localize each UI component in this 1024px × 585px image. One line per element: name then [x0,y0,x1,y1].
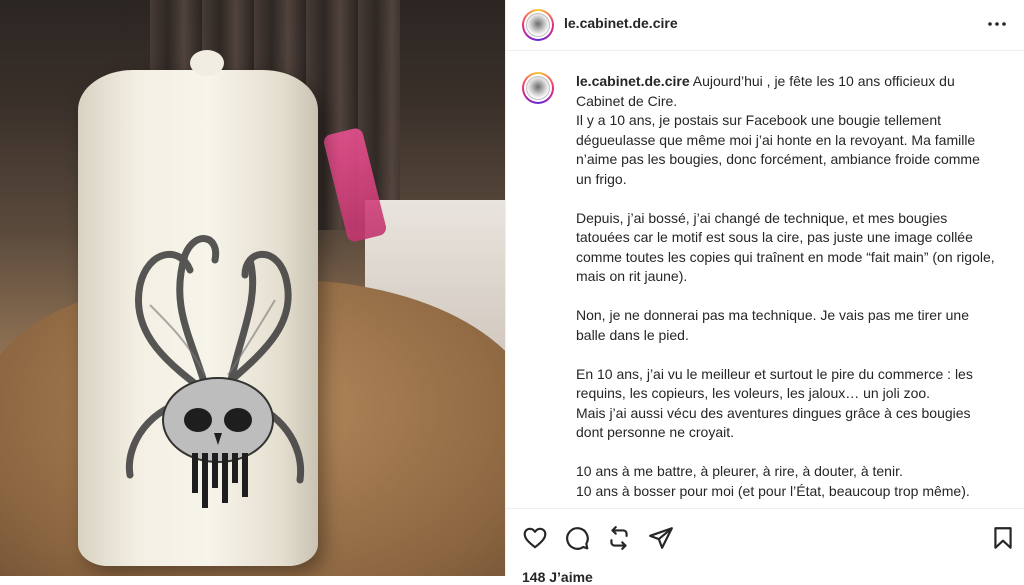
post-panel: le.cabinet.de.cire le.cabinet.de.cire Au… [505,0,1024,585]
caption-username[interactable]: le.cabinet.de.cire [576,73,690,89]
post-caption: le.cabinet.de.cire Aujourd’hui , je fête… [576,72,996,501]
caption-paragraph-2: Non, je ne donnerai pas ma technique. Je… [576,307,970,343]
caption-area: le.cabinet.de.cire Aujourd’hui , je fête… [506,60,1024,508]
caption-paragraph-1: Depuis, j’ai bossé, j’ai changé de techn… [576,209,995,285]
author-avatar[interactable] [522,9,554,41]
bookmark-icon[interactable] [990,525,1016,551]
comment-icon[interactable] [564,525,590,551]
send-icon[interactable] [648,525,674,551]
caption-paragraph-3: En 10 ans, j’ai vu le meilleur et surtou… [576,365,973,441]
caption-avatar[interactable] [522,72,554,104]
action-bar: 148 J’aime [506,508,1024,585]
post-photo[interactable] [0,0,505,576]
caption-first-paragraph: le.cabinet.de.cire Aujourd’hui , je fête… [576,72,996,189]
author-avatar-image [526,13,550,37]
caption-paragraph-0: Il y a 10 ans, je postais sur Facebook u… [576,112,980,187]
caption-avatar-image [526,76,550,100]
likes-count[interactable]: 148 J’aime [522,569,593,585]
heart-icon[interactable] [522,525,548,551]
post-header: le.cabinet.de.cire [506,0,1024,51]
repost-icon[interactable] [606,525,632,551]
candle-wick [190,50,224,76]
more-horizontal-icon[interactable] [985,12,1009,36]
caption-paragraph-4: 10 ans à me battre, à pleurer, à rire, à… [576,463,970,499]
author-username[interactable]: le.cabinet.de.cire [564,15,678,31]
skull-octopus-tattoo [125,235,305,508]
